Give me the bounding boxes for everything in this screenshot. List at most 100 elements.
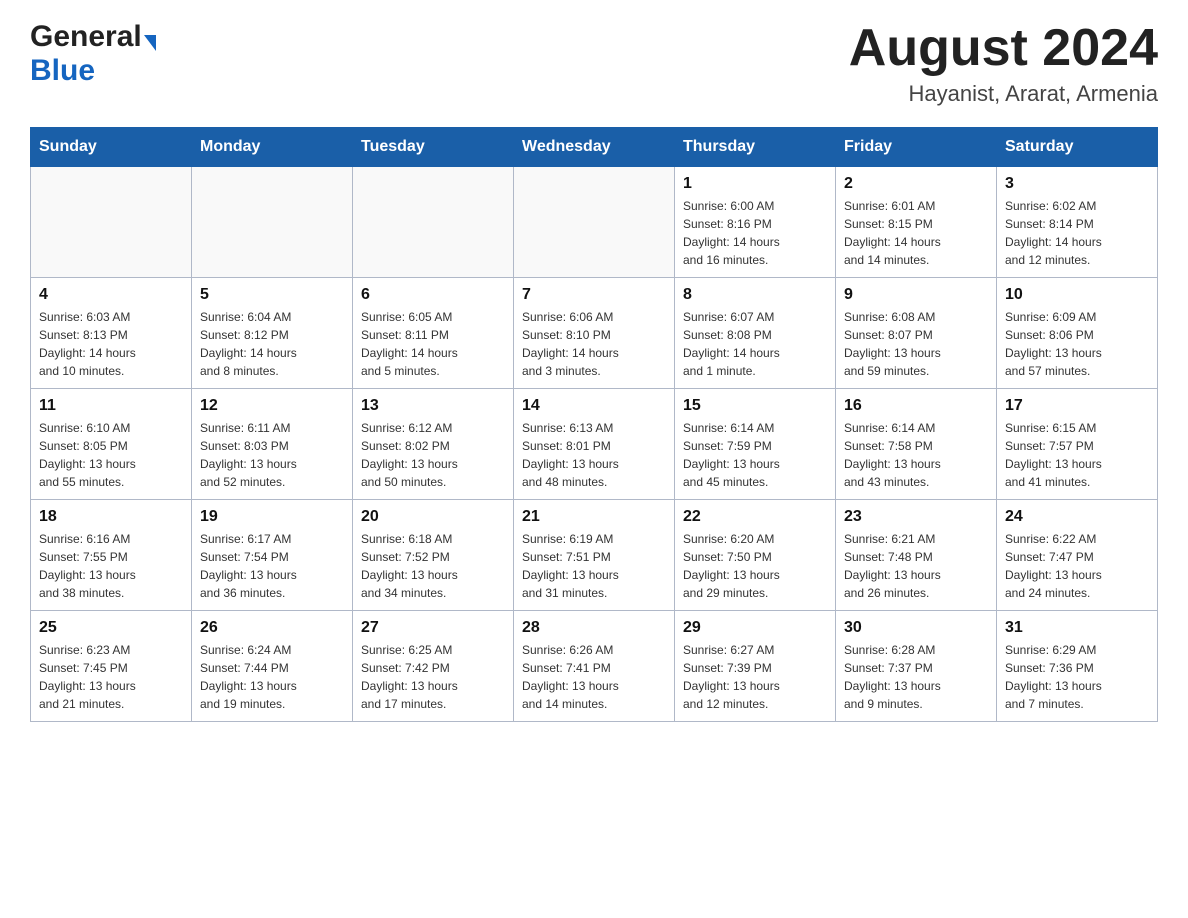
calendar-day-cell: 27 Sunrise: 6:25 AM Sunset: 7:42 PM Dayli… xyxy=(353,611,514,722)
calendar-day-cell: 6 Sunrise: 6:05 AM Sunset: 8:11 PM Daylig… xyxy=(353,278,514,389)
day-info: Sunrise: 6:05 AM Sunset: 8:11 PM Dayligh… xyxy=(361,308,505,380)
calendar-body: 1Sunrise: 6:00 AM Sunset: 8:16 PM Daylig… xyxy=(31,167,1158,722)
day-number: 5 xyxy=(200,286,344,304)
day-number: 17 xyxy=(1005,397,1149,415)
day-info: Sunrise: 6:02 AM Sunset: 8:14 PM Dayligh… xyxy=(1005,197,1149,269)
day-number: 15 xyxy=(683,397,827,415)
day-info: Sunrise: 6:08 AM Sunset: 8:07 PM Dayligh… xyxy=(844,308,988,380)
day-number: 14 xyxy=(522,397,666,415)
day-info: Sunrise: 6:17 AM Sunset: 7:54 PM Dayligh… xyxy=(200,530,344,602)
calendar-day-cell: 28 Sunrise: 6:26 AM Sunset: 7:41 PM Dayli… xyxy=(514,611,675,722)
day-of-week-header: Sunday xyxy=(31,128,192,167)
month-title: August 2024 xyxy=(849,20,1158,77)
day-info: Sunrise: 6:14 AM Sunset: 7:58 PM Dayligh… xyxy=(844,419,988,491)
day-info: Sunrise: 6:10 AM Sunset: 8:05 PM Dayligh… xyxy=(39,419,183,491)
logo-arrow-icon xyxy=(144,35,156,51)
day-number: 3 xyxy=(1005,175,1149,193)
page-header: General Blue August 2024 Hayanist, Arara… xyxy=(30,20,1158,107)
day-info: Sunrise: 6:03 AM Sunset: 8:13 PM Dayligh… xyxy=(39,308,183,380)
calendar-day-cell: 14Sunrise: 6:13 AM Sunset: 8:01 PM Dayli… xyxy=(514,389,675,500)
calendar-week-row: 25 Sunrise: 6:23 AM Sunset: 7:45 PM Dayli… xyxy=(31,611,1158,722)
calendar-day-cell: 21 Sunrise: 6:19 AM Sunset: 7:51 PM Dayli… xyxy=(514,500,675,611)
calendar-day-cell: 3 Sunrise: 6:02 AM Sunset: 8:14 PM Daylig… xyxy=(997,167,1158,278)
day-info: Sunrise: 6:14 AM Sunset: 7:59 PM Dayligh… xyxy=(683,419,827,491)
day-number: 30 xyxy=(844,619,988,637)
calendar-day-cell xyxy=(192,167,353,278)
calendar-day-cell: 23 Sunrise: 6:21 AM Sunset: 7:48 PM Dayli… xyxy=(836,500,997,611)
day-info: Sunrise: 6:27 AM Sunset: 7:39 PM Dayligh… xyxy=(683,641,827,713)
calendar-day-cell: 12Sunrise: 6:11 AM Sunset: 8:03 PM Dayli… xyxy=(192,389,353,500)
day-number: 25 xyxy=(39,619,183,637)
calendar-day-cell: 26Sunrise: 6:24 AM Sunset: 7:44 PM Dayli… xyxy=(192,611,353,722)
day-number: 13 xyxy=(361,397,505,415)
calendar-day-cell: 20 Sunrise: 6:18 AM Sunset: 7:52 PM Dayli… xyxy=(353,500,514,611)
day-number: 9 xyxy=(844,286,988,304)
day-number: 4 xyxy=(39,286,183,304)
day-info: Sunrise: 6:19 AM Sunset: 7:51 PM Dayligh… xyxy=(522,530,666,602)
calendar-day-cell: 18Sunrise: 6:16 AM Sunset: 7:55 PM Dayli… xyxy=(31,500,192,611)
calendar-day-cell: 31Sunrise: 6:29 AM Sunset: 7:36 PM Dayli… xyxy=(997,611,1158,722)
day-info: Sunrise: 6:23 AM Sunset: 7:45 PM Dayligh… xyxy=(39,641,183,713)
day-number: 28 xyxy=(522,619,666,637)
day-number: 10 xyxy=(1005,286,1149,304)
day-of-week-header: Friday xyxy=(836,128,997,167)
day-info: Sunrise: 6:11 AM Sunset: 8:03 PM Dayligh… xyxy=(200,419,344,491)
calendar-day-cell: 24 Sunrise: 6:22 AM Sunset: 7:47 PM Dayli… xyxy=(997,500,1158,611)
calendar-day-cell: 30 Sunrise: 6:28 AM Sunset: 7:37 PM Dayli… xyxy=(836,611,997,722)
title-block: August 2024 Hayanist, Ararat, Armenia xyxy=(849,20,1158,107)
calendar-day-cell: 19 Sunrise: 6:17 AM Sunset: 7:54 PM Dayli… xyxy=(192,500,353,611)
logo-blue-text: Blue xyxy=(30,54,95,87)
day-info: Sunrise: 6:25 AM Sunset: 7:42 PM Dayligh… xyxy=(361,641,505,713)
calendar-table: SundayMondayTuesdayWednesdayThursdayFrid… xyxy=(30,127,1158,722)
day-info: Sunrise: 6:12 AM Sunset: 8:02 PM Dayligh… xyxy=(361,419,505,491)
calendar-day-cell: 1Sunrise: 6:00 AM Sunset: 8:16 PM Daylig… xyxy=(675,167,836,278)
day-number: 11 xyxy=(39,397,183,415)
logo: General Blue xyxy=(30,20,156,88)
day-of-week-header: Monday xyxy=(192,128,353,167)
day-info: Sunrise: 6:07 AM Sunset: 8:08 PM Dayligh… xyxy=(683,308,827,380)
day-number: 27 xyxy=(361,619,505,637)
day-number: 20 xyxy=(361,508,505,526)
calendar-day-cell: 16 Sunrise: 6:14 AM Sunset: 7:58 PM Dayli… xyxy=(836,389,997,500)
calendar-week-row: 18Sunrise: 6:16 AM Sunset: 7:55 PM Dayli… xyxy=(31,500,1158,611)
day-number: 7 xyxy=(522,286,666,304)
calendar-day-cell: 11 Sunrise: 6:10 AM Sunset: 8:05 PM Dayli… xyxy=(31,389,192,500)
day-number: 1 xyxy=(683,175,827,193)
day-info: Sunrise: 6:21 AM Sunset: 7:48 PM Dayligh… xyxy=(844,530,988,602)
day-info: Sunrise: 6:26 AM Sunset: 7:41 PM Dayligh… xyxy=(522,641,666,713)
calendar-day-cell: 5 Sunrise: 6:04 AM Sunset: 8:12 PM Daylig… xyxy=(192,278,353,389)
day-info: Sunrise: 6:18 AM Sunset: 7:52 PM Dayligh… xyxy=(361,530,505,602)
calendar-day-cell: 8Sunrise: 6:07 AM Sunset: 8:08 PM Daylig… xyxy=(675,278,836,389)
calendar-day-cell: 9 Sunrise: 6:08 AM Sunset: 8:07 PM Daylig… xyxy=(836,278,997,389)
calendar-day-cell: 4 Sunrise: 6:03 AM Sunset: 8:13 PM Daylig… xyxy=(31,278,192,389)
day-number: 19 xyxy=(200,508,344,526)
day-of-week-header: Wednesday xyxy=(514,128,675,167)
day-number: 24 xyxy=(1005,508,1149,526)
calendar-day-cell: 15 Sunrise: 6:14 AM Sunset: 7:59 PM Dayli… xyxy=(675,389,836,500)
day-number: 2 xyxy=(844,175,988,193)
calendar-day-cell: 10 Sunrise: 6:09 AM Sunset: 8:06 PM Dayli… xyxy=(997,278,1158,389)
day-of-week-header: Tuesday xyxy=(353,128,514,167)
calendar-day-cell: 17Sunrise: 6:15 AM Sunset: 7:57 PM Dayli… xyxy=(997,389,1158,500)
calendar-day-cell xyxy=(514,167,675,278)
day-info: Sunrise: 6:29 AM Sunset: 7:36 PM Dayligh… xyxy=(1005,641,1149,713)
day-info: Sunrise: 6:09 AM Sunset: 8:06 PM Dayligh… xyxy=(1005,308,1149,380)
logo-general-text: General xyxy=(30,20,142,54)
day-of-week-header: Thursday xyxy=(675,128,836,167)
day-info: Sunrise: 6:28 AM Sunset: 7:37 PM Dayligh… xyxy=(844,641,988,713)
calendar-day-cell: 22Sunrise: 6:20 AM Sunset: 7:50 PM Dayli… xyxy=(675,500,836,611)
calendar-day-cell: 13 Sunrise: 6:12 AM Sunset: 8:02 PM Dayli… xyxy=(353,389,514,500)
calendar-week-row: 1Sunrise: 6:00 AM Sunset: 8:16 PM Daylig… xyxy=(31,167,1158,278)
day-info: Sunrise: 6:16 AM Sunset: 7:55 PM Dayligh… xyxy=(39,530,183,602)
calendar-week-row: 4 Sunrise: 6:03 AM Sunset: 8:13 PM Daylig… xyxy=(31,278,1158,389)
day-number: 16 xyxy=(844,397,988,415)
day-info: Sunrise: 6:22 AM Sunset: 7:47 PM Dayligh… xyxy=(1005,530,1149,602)
day-number: 6 xyxy=(361,286,505,304)
calendar-week-row: 11 Sunrise: 6:10 AM Sunset: 8:05 PM Dayli… xyxy=(31,389,1158,500)
calendar-day-cell xyxy=(31,167,192,278)
day-number: 23 xyxy=(844,508,988,526)
day-info: Sunrise: 6:04 AM Sunset: 8:12 PM Dayligh… xyxy=(200,308,344,380)
header-row: SundayMondayTuesdayWednesdayThursdayFrid… xyxy=(31,128,1158,167)
day-number: 22 xyxy=(683,508,827,526)
day-number: 21 xyxy=(522,508,666,526)
